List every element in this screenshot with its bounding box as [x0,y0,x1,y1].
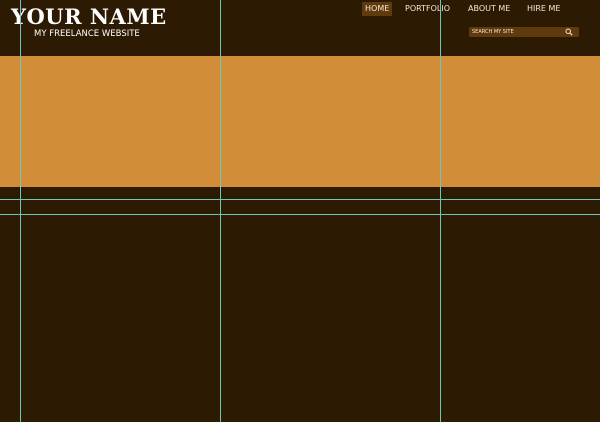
content-area [0,187,600,422]
nav-item-hire-me[interactable]: HIRE ME [527,2,561,16]
nav-item-portfolio[interactable]: PORTFOLIO [405,2,450,16]
site-header: YOUR NAME MY FREELANCE WEBSITE HOME PORT… [0,0,600,56]
page: YOUR NAME MY FREELANCE WEBSITE HOME PORT… [0,0,600,422]
site-title[interactable]: YOUR NAME [11,4,167,30]
hero-banner [0,56,600,187]
nav-item-home[interactable]: HOME [362,2,393,16]
search-icon[interactable] [565,28,573,36]
search-box [469,27,579,37]
search-input[interactable] [472,27,562,37]
nav-item-about-me[interactable]: ABOUT ME [468,2,510,16]
site-subtitle: MY FREELANCE WEBSITE [34,29,140,39]
